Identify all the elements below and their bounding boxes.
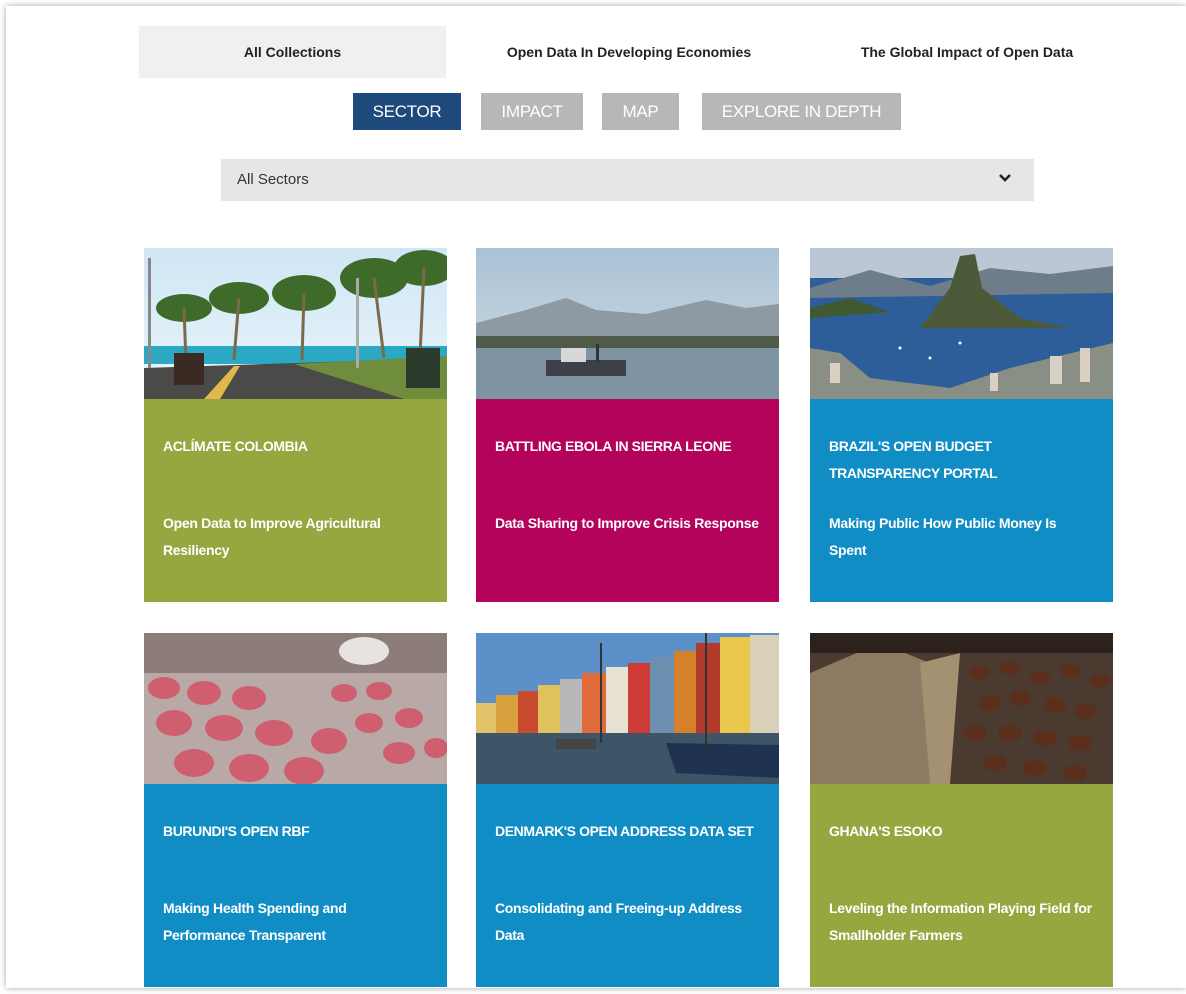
card-body: ACLÍMATE COLOMBIA Open Data to Improve A… xyxy=(144,399,447,602)
impact-button[interactable]: IMPACT xyxy=(481,93,583,130)
card-body: GHANA'S ESOKO Leveling the Information P… xyxy=(810,784,1113,987)
card-subtitle: Data Sharing to Improve Crisis Response xyxy=(495,515,759,531)
card-title: GHANA'S ESOKO xyxy=(829,823,943,839)
card-body: BRAZIL'S OPEN BUDGET TRANSPARENCY PORTAL… xyxy=(810,399,1113,602)
harbor-boat-image xyxy=(476,248,779,399)
tab-open-data-developing-economies[interactable]: Open Data In Developing Economies xyxy=(478,26,780,78)
card-body: BURUNDI'S OPEN RBF Making Health Spendin… xyxy=(144,784,447,987)
card-body: BATTLING EBOLA IN SIERRA LEONE Data Shar… xyxy=(476,399,779,602)
explore-in-depth-button[interactable]: EXPLORE IN DEPTH xyxy=(702,93,901,130)
card-battling-ebola[interactable]: BATTLING EBOLA IN SIERRA LEONE Data Shar… xyxy=(476,248,779,602)
card-body: DENMARK'S OPEN ADDRESS DATA SET Consolid… xyxy=(476,784,779,987)
sector-button[interactable]: SECTOR xyxy=(353,93,461,130)
palm-road-image xyxy=(144,248,447,399)
tab-global-impact-open-data[interactable]: The Global Impact of Open Data xyxy=(822,26,1112,78)
card-subtitle: Making Health Spending and Performance T… xyxy=(163,900,347,943)
card-brazil-budget[interactable]: BRAZIL'S OPEN BUDGET TRANSPARENCY PORTAL… xyxy=(810,248,1113,602)
card-subtitle: Leveling the Information Playing Field f… xyxy=(829,900,1092,943)
tab-all-collections[interactable]: All Collections xyxy=(139,26,446,78)
card-subtitle: Making Public How Public Money Is Spent xyxy=(829,515,1057,558)
card-title: ACLÍMATE COLOMBIA xyxy=(163,438,308,454)
card-title: BURUNDI'S OPEN RBF xyxy=(163,823,310,839)
card-subtitle: Open Data to Improve Agricultural Resili… xyxy=(163,515,381,558)
card-denmark-address[interactable]: DENMARK'S OPEN ADDRESS DATA SET Consolid… xyxy=(476,633,779,987)
rio-bay-image xyxy=(810,248,1113,399)
chevron-down-icon xyxy=(999,174,1011,182)
card-aclimate-colombia[interactable]: ACLÍMATE COLOMBIA Open Data to Improve A… xyxy=(144,248,447,602)
card-title: DENMARK'S OPEN ADDRESS DATA SET xyxy=(495,823,754,839)
card-title: BRAZIL'S OPEN BUDGET TRANSPARENCY PORTAL xyxy=(829,438,998,481)
sector-select-value: All Sectors xyxy=(237,171,309,188)
card-title: BATTLING EBOLA IN SIERRA LEONE xyxy=(495,438,732,454)
pills-image xyxy=(144,633,447,784)
coffee-beans-image xyxy=(810,633,1113,784)
canal-houses-image xyxy=(476,633,779,784)
card-subtitle: Consolidating and Freeing-up Address Dat… xyxy=(495,900,742,943)
card-burundi-rbf[interactable]: BURUNDI'S OPEN RBF Making Health Spendin… xyxy=(144,633,447,987)
map-button[interactable]: MAP xyxy=(602,93,679,130)
sector-select[interactable]: All Sectors xyxy=(221,159,1034,201)
card-ghana-esoko[interactable]: GHANA'S ESOKO Leveling the Information P… xyxy=(810,633,1113,987)
